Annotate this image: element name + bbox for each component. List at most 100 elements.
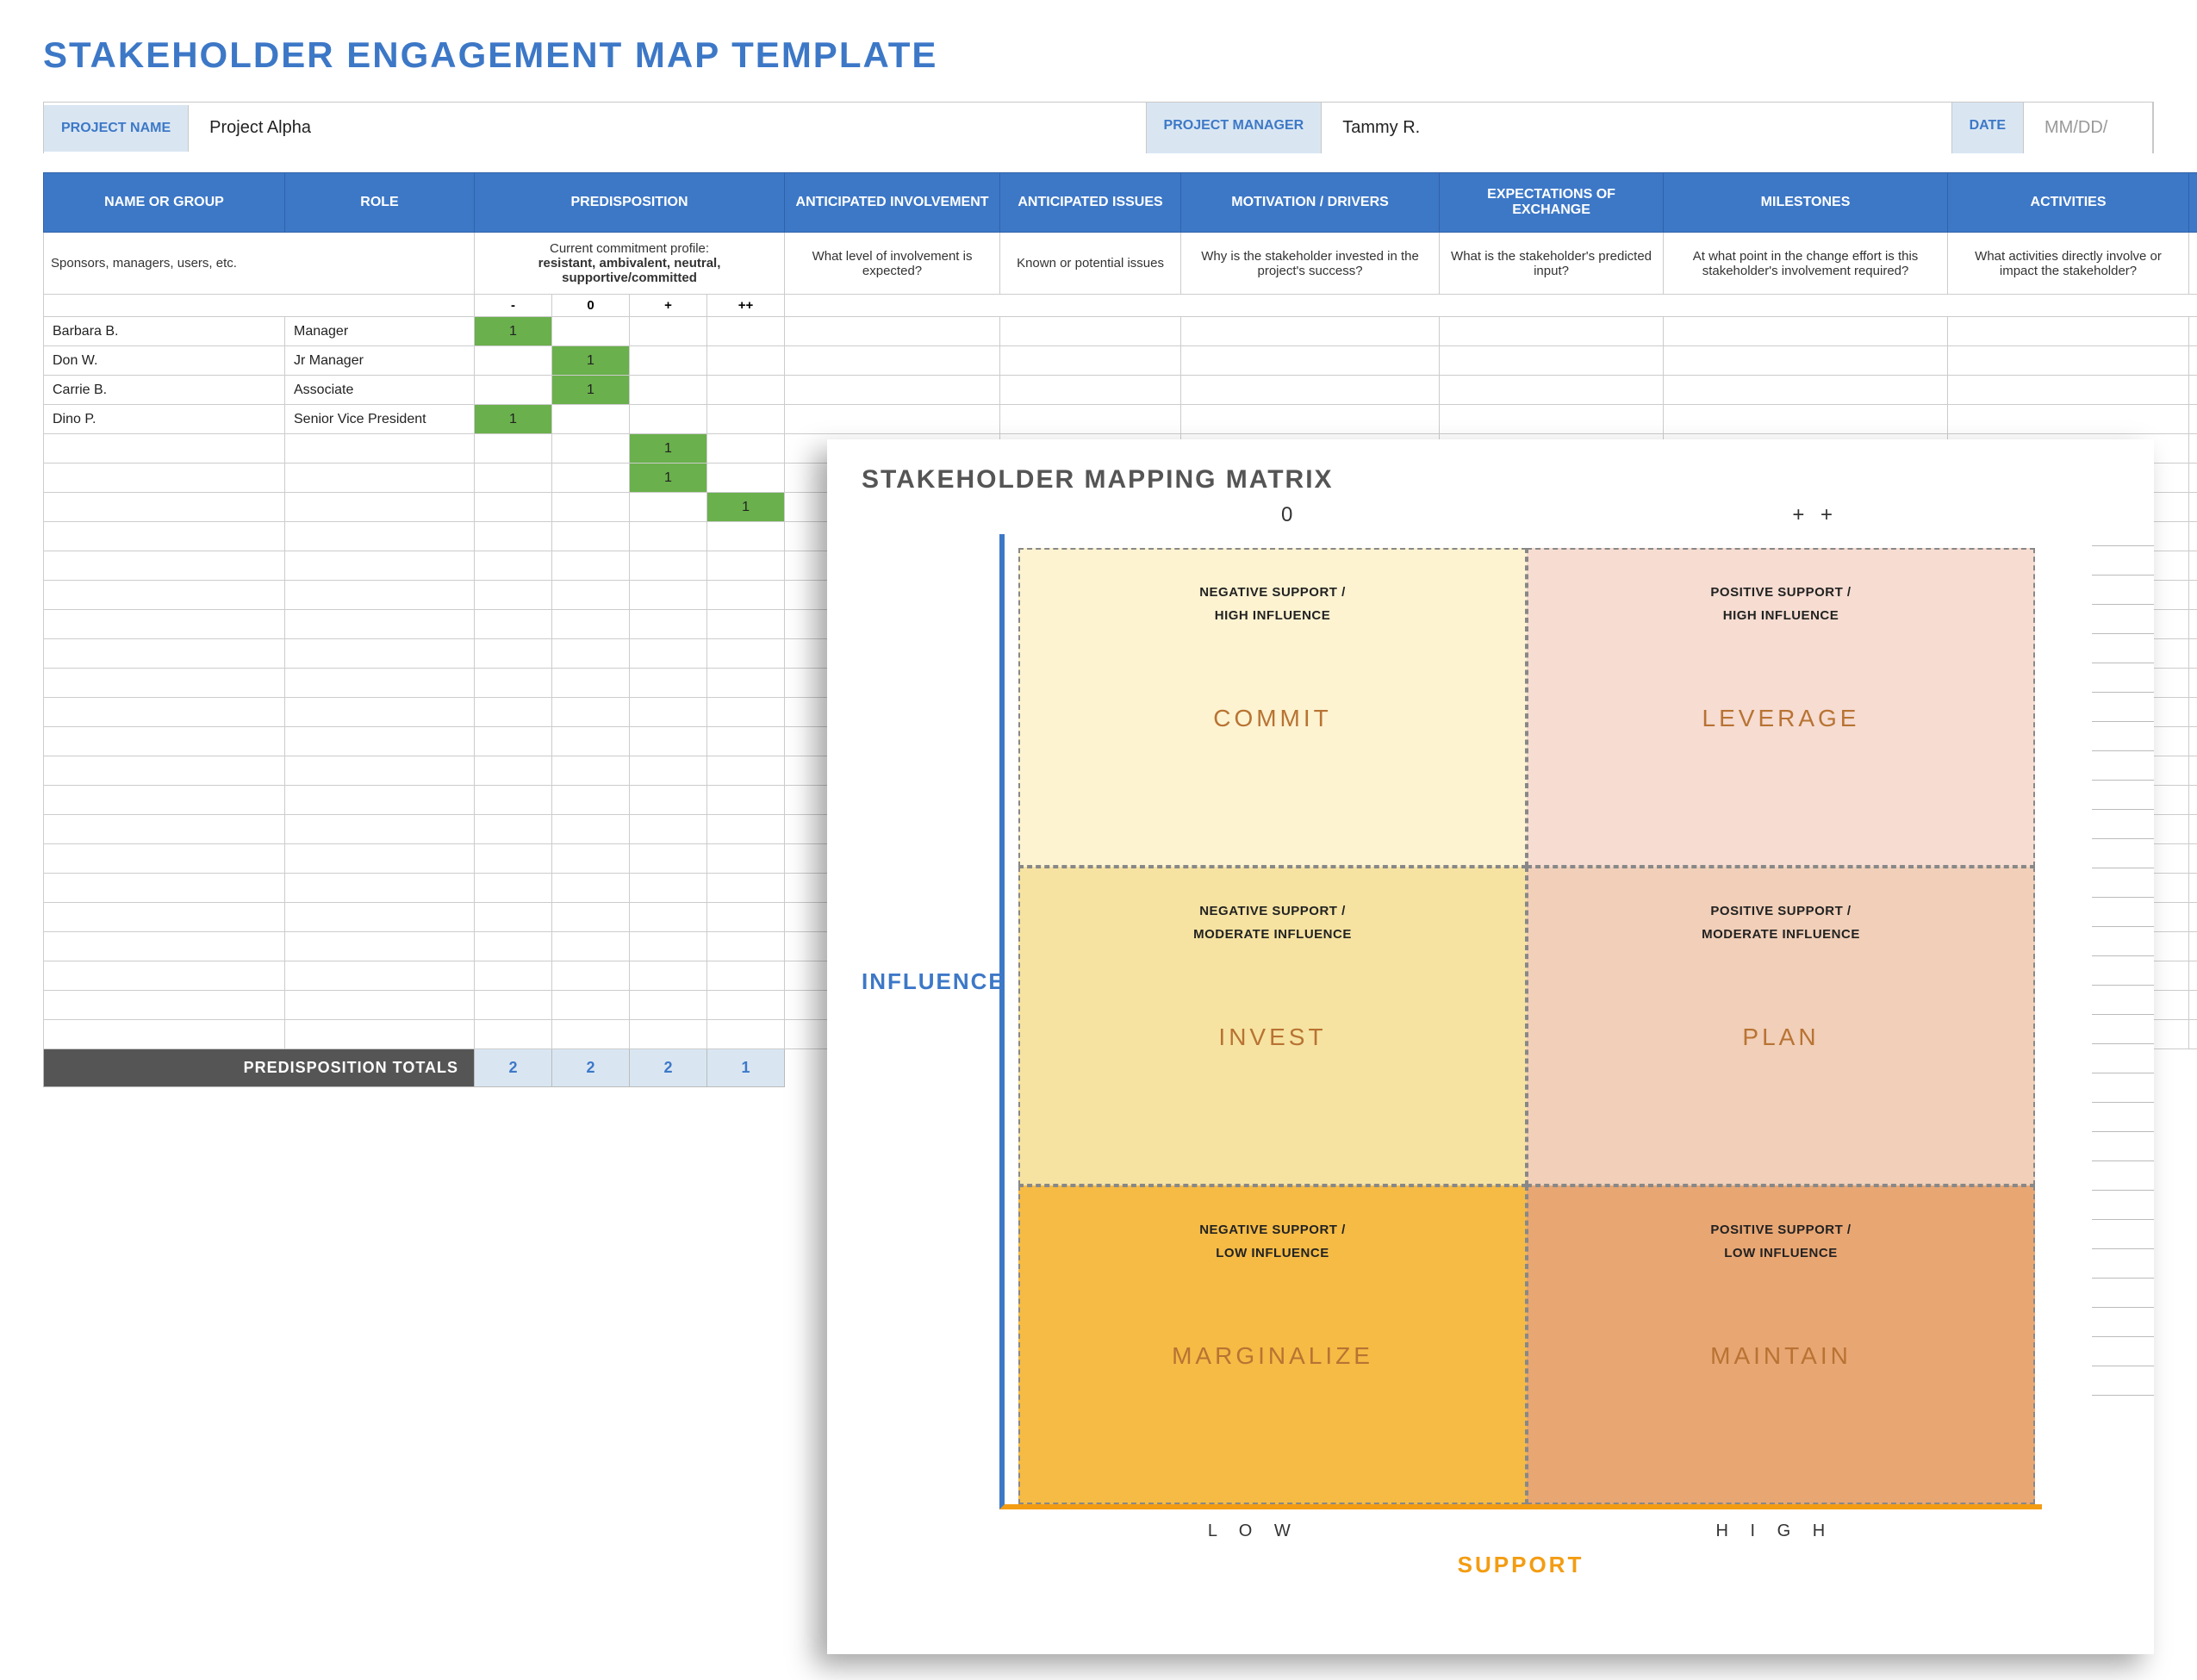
empty-cell[interactable]: [2189, 756, 2197, 786]
predisp-cell[interactable]: [707, 346, 785, 376]
empty-cell[interactable]: [1181, 346, 1440, 376]
empty-cell[interactable]: [630, 610, 707, 639]
empty-cell[interactable]: [285, 844, 475, 874]
predisp-cell[interactable]: [552, 464, 630, 493]
empty-cell[interactable]: [1440, 376, 1664, 405]
table-row[interactable]: Barbara B.Manager1: [44, 317, 2197, 346]
cell-name[interactable]: [44, 434, 285, 464]
empty-cell[interactable]: [552, 961, 630, 991]
empty-cell[interactable]: [2189, 581, 2197, 610]
empty-cell[interactable]: [285, 932, 475, 961]
empty-cell[interactable]: [707, 639, 785, 669]
empty-cell[interactable]: [1440, 346, 1664, 376]
predisp-cell[interactable]: 1: [707, 493, 785, 522]
empty-cell[interactable]: [1181, 405, 1440, 434]
empty-cell[interactable]: [1181, 376, 1440, 405]
empty-cell[interactable]: [1948, 346, 2189, 376]
empty-cell[interactable]: [2189, 434, 2197, 464]
empty-cell[interactable]: [475, 581, 552, 610]
predisp-cell[interactable]: [552, 405, 630, 434]
predisp-cell[interactable]: [707, 434, 785, 464]
predisp-cell[interactable]: 1: [475, 405, 552, 434]
empty-cell[interactable]: [552, 1020, 630, 1049]
empty-cell[interactable]: [1000, 405, 1181, 434]
cell-role[interactable]: Senior Vice President: [285, 405, 475, 434]
empty-cell[interactable]: [475, 727, 552, 756]
empty-cell[interactable]: [2189, 815, 2197, 844]
predisp-cell[interactable]: [707, 376, 785, 405]
cell-name[interactable]: Carrie B.: [44, 376, 285, 405]
project-name-value[interactable]: Project Alpha: [189, 103, 1146, 153]
empty-cell[interactable]: [44, 522, 285, 551]
empty-cell[interactable]: [2189, 1020, 2197, 1049]
empty-cell[interactable]: [785, 346, 1000, 376]
empty-cell[interactable]: [630, 639, 707, 669]
empty-cell[interactable]: [2189, 961, 2197, 991]
cell-role[interactable]: [285, 464, 475, 493]
cell-role[interactable]: [285, 434, 475, 464]
empty-cell[interactable]: [2189, 874, 2197, 903]
empty-cell[interactable]: [630, 844, 707, 874]
empty-cell[interactable]: [44, 1020, 285, 1049]
empty-cell[interactable]: [630, 756, 707, 786]
empty-cell[interactable]: [44, 581, 285, 610]
empty-cell[interactable]: [2189, 522, 2197, 551]
empty-cell[interactable]: [2189, 376, 2197, 405]
empty-cell[interactable]: [1181, 317, 1440, 346]
empty-cell[interactable]: [552, 551, 630, 581]
empty-cell[interactable]: [1000, 376, 1181, 405]
predisp-cell[interactable]: [630, 405, 707, 434]
empty-cell[interactable]: [475, 639, 552, 669]
empty-cell[interactable]: [552, 639, 630, 669]
empty-cell[interactable]: [1948, 317, 2189, 346]
empty-cell[interactable]: [285, 1020, 475, 1049]
empty-cell[interactable]: [2189, 493, 2197, 522]
predisp-cell[interactable]: 1: [552, 376, 630, 405]
empty-cell[interactable]: [44, 786, 285, 815]
empty-cell[interactable]: [475, 815, 552, 844]
empty-cell[interactable]: [707, 727, 785, 756]
empty-cell[interactable]: [785, 405, 1000, 434]
empty-cell[interactable]: [707, 1020, 785, 1049]
empty-cell[interactable]: [1440, 405, 1664, 434]
empty-cell[interactable]: [44, 639, 285, 669]
empty-cell[interactable]: [2189, 317, 2197, 346]
empty-cell[interactable]: [707, 961, 785, 991]
empty-cell[interactable]: [475, 961, 552, 991]
empty-cell[interactable]: [552, 522, 630, 551]
empty-cell[interactable]: [1664, 376, 1948, 405]
empty-cell[interactable]: [475, 786, 552, 815]
empty-cell[interactable]: [552, 903, 630, 932]
empty-cell[interactable]: [630, 669, 707, 698]
table-row[interactable]: Don W.Jr Manager1: [44, 346, 2197, 376]
empty-cell[interactable]: [285, 669, 475, 698]
empty-cell[interactable]: [552, 727, 630, 756]
empty-cell[interactable]: [2189, 903, 2197, 932]
empty-cell[interactable]: [44, 903, 285, 932]
empty-cell[interactable]: [285, 639, 475, 669]
empty-cell[interactable]: [630, 903, 707, 932]
empty-cell[interactable]: [285, 786, 475, 815]
date-value[interactable]: MM/DD/: [2024, 103, 2153, 153]
empty-cell[interactable]: [475, 903, 552, 932]
empty-cell[interactable]: [552, 786, 630, 815]
empty-cell[interactable]: [707, 756, 785, 786]
empty-cell[interactable]: [44, 815, 285, 844]
empty-cell[interactable]: [2189, 698, 2197, 727]
predisp-cell[interactable]: 1: [552, 346, 630, 376]
empty-cell[interactable]: [630, 1020, 707, 1049]
empty-cell[interactable]: [707, 874, 785, 903]
predisp-cell[interactable]: [552, 317, 630, 346]
cell-name[interactable]: Barbara B.: [44, 317, 285, 346]
empty-cell[interactable]: [44, 610, 285, 639]
empty-cell[interactable]: [475, 844, 552, 874]
predisp-cell[interactable]: [707, 317, 785, 346]
empty-cell[interactable]: [285, 698, 475, 727]
predisp-cell[interactable]: [707, 464, 785, 493]
empty-cell[interactable]: [475, 669, 552, 698]
cell-name[interactable]: [44, 493, 285, 522]
predisp-cell[interactable]: [552, 434, 630, 464]
empty-cell[interactable]: [44, 698, 285, 727]
predisp-cell[interactable]: [475, 464, 552, 493]
empty-cell[interactable]: [707, 786, 785, 815]
